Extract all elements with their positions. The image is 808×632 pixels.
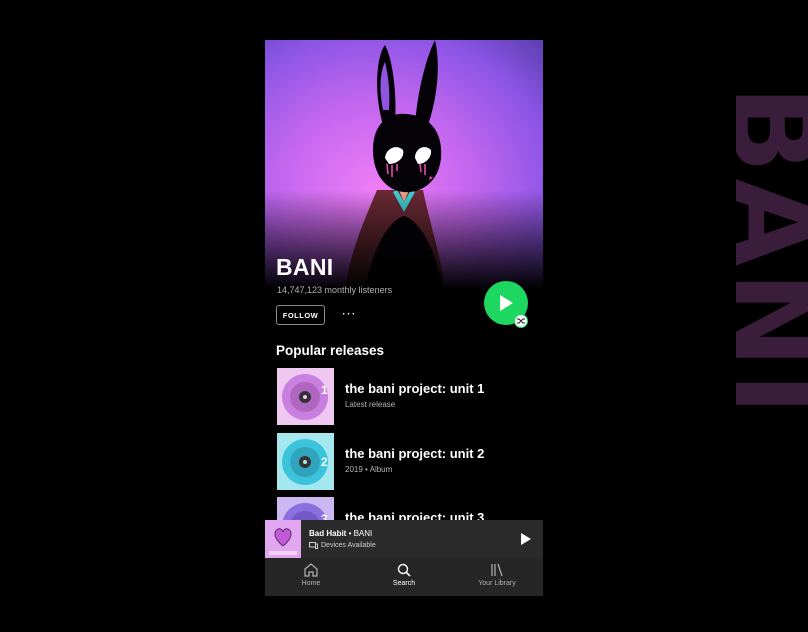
artist-name: BANI xyxy=(276,254,334,280)
now-playing-cover xyxy=(265,520,301,558)
tab-your-library[interactable]: Your Library xyxy=(457,562,537,594)
release-title: the bani project: unit 1 xyxy=(345,381,485,396)
play-icon xyxy=(500,295,513,311)
follow-button[interactable]: FOLLOW xyxy=(276,305,325,325)
devices-label: Devices Available xyxy=(321,542,376,549)
library-icon xyxy=(491,563,503,577)
now-playing-track: Bad Habit xyxy=(309,529,347,538)
shuffle-icon[interactable] xyxy=(514,314,528,328)
tab-search[interactable]: Search xyxy=(364,562,444,594)
now-playing-artist: BANI xyxy=(353,529,373,538)
tab-home-label: Home xyxy=(301,580,321,587)
side-title-decoration: BANI xyxy=(736,85,808,505)
release-cover-image: 1 xyxy=(277,368,334,425)
search-icon xyxy=(397,563,411,577)
now-playing-bar[interactable]: Bad Habit • BANI Devices Available xyxy=(265,520,543,558)
devices-available[interactable]: Devices Available xyxy=(309,542,376,549)
side-title-text: BANI xyxy=(736,85,808,420)
tab-search-label: Search xyxy=(392,580,416,587)
mini-play-icon[interactable] xyxy=(519,531,533,547)
phone-screen: BANI 14,747,123 monthly listeners FOLLOW… xyxy=(265,40,543,596)
release-subtitle: 2019 • Album xyxy=(345,465,393,474)
release-item[interactable]: 1 the bani project: unit 1 Latest releas… xyxy=(277,368,537,426)
release-cover-image: 2 xyxy=(277,433,334,490)
bottom-tab-bar: Home Search Your Library xyxy=(265,558,543,596)
release-item[interactable]: 2 the bani project: unit 2 2019 • Album xyxy=(277,433,537,491)
release-subtitle: Latest release xyxy=(345,400,396,409)
artist-header-image xyxy=(265,40,543,290)
tab-home[interactable]: Home xyxy=(271,562,351,594)
cover-number: 2 xyxy=(321,455,328,469)
release-title: the bani project: unit 2 xyxy=(345,446,485,461)
devices-icon xyxy=(309,542,318,549)
home-icon xyxy=(304,563,318,577)
more-options-icon[interactable]: ··· xyxy=(341,306,357,322)
popular-releases-heading: Popular releases xyxy=(276,343,385,358)
monthly-listeners: 14,747,123 monthly listeners xyxy=(277,285,393,295)
now-playing-separator: • xyxy=(346,529,354,538)
now-playing-title: Bad Habit • BANI xyxy=(309,529,372,538)
tab-library-label: Your Library xyxy=(478,580,516,587)
cover-number: 1 xyxy=(321,383,328,397)
